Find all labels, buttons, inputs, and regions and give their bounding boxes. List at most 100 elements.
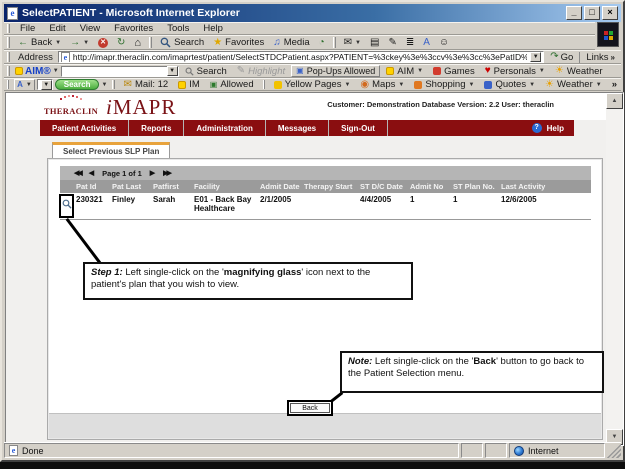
research-button[interactable]: ☺	[435, 38, 453, 48]
maximize-button[interactable]: □	[584, 6, 600, 20]
menu-file[interactable]: File	[13, 23, 42, 34]
games-button[interactable]: Games	[429, 66, 479, 77]
forward-dropdown-icon[interactable]: ▼	[83, 40, 89, 46]
tab-select-previous-slp-plan[interactable]: Select Previous SLP Plan	[52, 142, 170, 158]
resize-grip[interactable]	[607, 443, 621, 458]
nav-patient-activities[interactable]: Patient Activities	[40, 120, 129, 136]
quick-weather-button[interactable]: ☀ Weather ▼	[541, 79, 606, 90]
minimize-button[interactable]: _	[566, 6, 582, 20]
nav-administration[interactable]: Administration	[184, 120, 265, 136]
col-st-dc-date: ST D/C Date	[360, 182, 410, 191]
toolbar-grip[interactable]	[7, 66, 10, 76]
chevron-down-icon: ▼	[468, 82, 474, 88]
aim-search-button[interactable]: Search	[181, 66, 231, 77]
nav-sign-out[interactable]: Sign-Out	[329, 120, 388, 136]
page-icon: e	[61, 52, 70, 63]
magnifying-glass-icon[interactable]	[62, 199, 72, 209]
nav-messages[interactable]: Messages	[266, 120, 329, 136]
maps-button[interactable]: ◉ Maps ▼	[356, 79, 408, 90]
aim-weather-button[interactable]: ☀ Weather	[551, 66, 607, 77]
scroll-up-icon[interactable]: ▲	[606, 93, 623, 109]
quick-search-input[interactable]: ▼	[37, 79, 53, 90]
menu-help[interactable]: Help	[196, 23, 230, 34]
media-button[interactable]: ♫ Media	[269, 37, 313, 48]
menu-tools[interactable]: Tools	[160, 23, 196, 34]
home-button[interactable]: ⌂	[130, 38, 145, 48]
back-arrow-icon: ←	[18, 38, 28, 48]
standard-toolbar: ← Back ▼ → ▼ ✕ ↻ ⌂ Search ★ Favorites ♫ …	[4, 35, 595, 50]
im-button[interactable]: IM	[174, 79, 204, 90]
row-magnifier-highlight[interactable]	[59, 194, 74, 218]
history-icon: ◔	[319, 38, 325, 48]
address-dropdown-icon[interactable]: ▼	[530, 52, 541, 62]
search-options-dropdown-icon[interactable]: ▼	[101, 82, 107, 88]
heart-icon: ♥	[485, 66, 491, 76]
back-form-button[interactable]: Back	[290, 403, 330, 413]
mail-dropdown-icon[interactable]: ▼	[355, 40, 361, 46]
search-icon	[185, 67, 194, 76]
logo-dots-icon	[40, 95, 102, 101]
chevron-down-icon: ▼	[596, 82, 602, 88]
popup-window-icon: ▣	[210, 80, 218, 90]
prev-page-icon[interactable]: ◀	[89, 169, 94, 177]
toolbar-grip[interactable]	[7, 24, 10, 33]
provider-button[interactable]: A ▼	[14, 79, 35, 91]
menu-edit[interactable]: Edit	[42, 23, 72, 34]
first-page-icon[interactable]: ◀◀	[74, 169, 81, 177]
cell-therapy-start	[304, 195, 360, 216]
window-title: SelectPATIENT - Microsoft Internet Explo…	[22, 7, 562, 19]
refresh-button[interactable]: ↻	[113, 38, 129, 48]
close-button[interactable]: ×	[602, 6, 618, 20]
highlight-button[interactable]: ✎ Highlight	[233, 66, 289, 77]
nav-reports[interactable]: Reports	[129, 120, 184, 136]
last-page-icon[interactable]: ▶▶	[163, 169, 170, 177]
cell-st-plan-no: 1	[453, 195, 501, 216]
toolbar-grip[interactable]	[7, 37, 10, 47]
forward-arrow-icon: →	[70, 38, 80, 48]
favorites-button[interactable]: ★ Favorites	[209, 37, 268, 48]
history-button[interactable]: ◔	[315, 38, 329, 48]
stop-button[interactable]: ✕	[94, 38, 112, 48]
search-button[interactable]: Search	[156, 37, 208, 48]
popups-allowed-button[interactable]: ▣ Pop-Ups Allowed	[291, 65, 380, 77]
links-button[interactable]: Links »	[579, 52, 621, 63]
personals-button[interactable]: ♥ Personals ▼	[481, 66, 549, 77]
shopping-button[interactable]: Shopping ▼	[410, 79, 478, 90]
address-input[interactable]: e http://imapr.theraclin.com/imaprtest/p…	[58, 51, 544, 63]
next-page-icon[interactable]: ▶	[150, 169, 155, 177]
aim-brand[interactable]: AIM®	[25, 66, 51, 77]
imapr-logo: iMAPR	[106, 95, 176, 120]
nav-help[interactable]: ? Help	[532, 123, 574, 133]
back-dropdown-icon[interactable]: ▼	[55, 40, 61, 46]
edit-button[interactable]: ✎	[384, 38, 400, 48]
status-zone-pane: Internet	[509, 443, 605, 458]
aim-menu-button[interactable]: AIM ▼	[382, 66, 427, 77]
back-button[interactable]: ← Back ▼	[14, 37, 65, 48]
messenger-button[interactable]: A	[419, 38, 434, 48]
aim-search-dropdown-icon[interactable]: ▼	[167, 66, 178, 76]
toolbar-grip[interactable]	[7, 52, 10, 62]
go-button[interactable]: ↷ Go	[544, 52, 579, 63]
chevron-down-icon: ▼	[398, 82, 404, 88]
menu-view[interactable]: View	[73, 23, 107, 34]
allowed-button[interactable]: ▣ Allowed	[206, 79, 258, 90]
quick-toolbar: A ▼ ▼ Search ▼ ✉ Mail: 12 IM ▣ Allowed Y…	[4, 78, 621, 91]
aim-search-input[interactable]: ▼	[61, 66, 179, 77]
stop-icon: ✕	[98, 38, 108, 48]
discuss-button[interactable]: ≣	[402, 38, 418, 48]
forward-button[interactable]: → ▼	[66, 38, 93, 48]
quotes-button[interactable]: Quotes ▼	[480, 79, 539, 90]
yellow-pages-button[interactable]: Yellow Pages ▼	[270, 79, 355, 90]
main-nav: Patient Activities Reports Administratio…	[40, 120, 574, 136]
mail-button[interactable]: ✉▼	[340, 38, 365, 48]
menu-favorites[interactable]: Favorites	[107, 23, 160, 34]
browser-viewport: THERACLIN SYSTEMS iMAPR Customer: Demons…	[5, 92, 624, 446]
mail-count-button[interactable]: ✉ Mail: 12	[120, 79, 173, 90]
vertical-scrollbar[interactable]: ▲ ▼	[606, 93, 623, 445]
aim-brand-dropdown-icon[interactable]: ▼	[53, 68, 59, 74]
toolbar-overflow-button[interactable]: »	[608, 79, 621, 90]
toolbar-grip[interactable]	[7, 80, 9, 89]
print-button[interactable]: ▤	[366, 38, 383, 48]
quick-search-dropdown-icon[interactable]: ▼	[41, 80, 52, 90]
quick-search-button[interactable]: Search	[55, 79, 100, 90]
